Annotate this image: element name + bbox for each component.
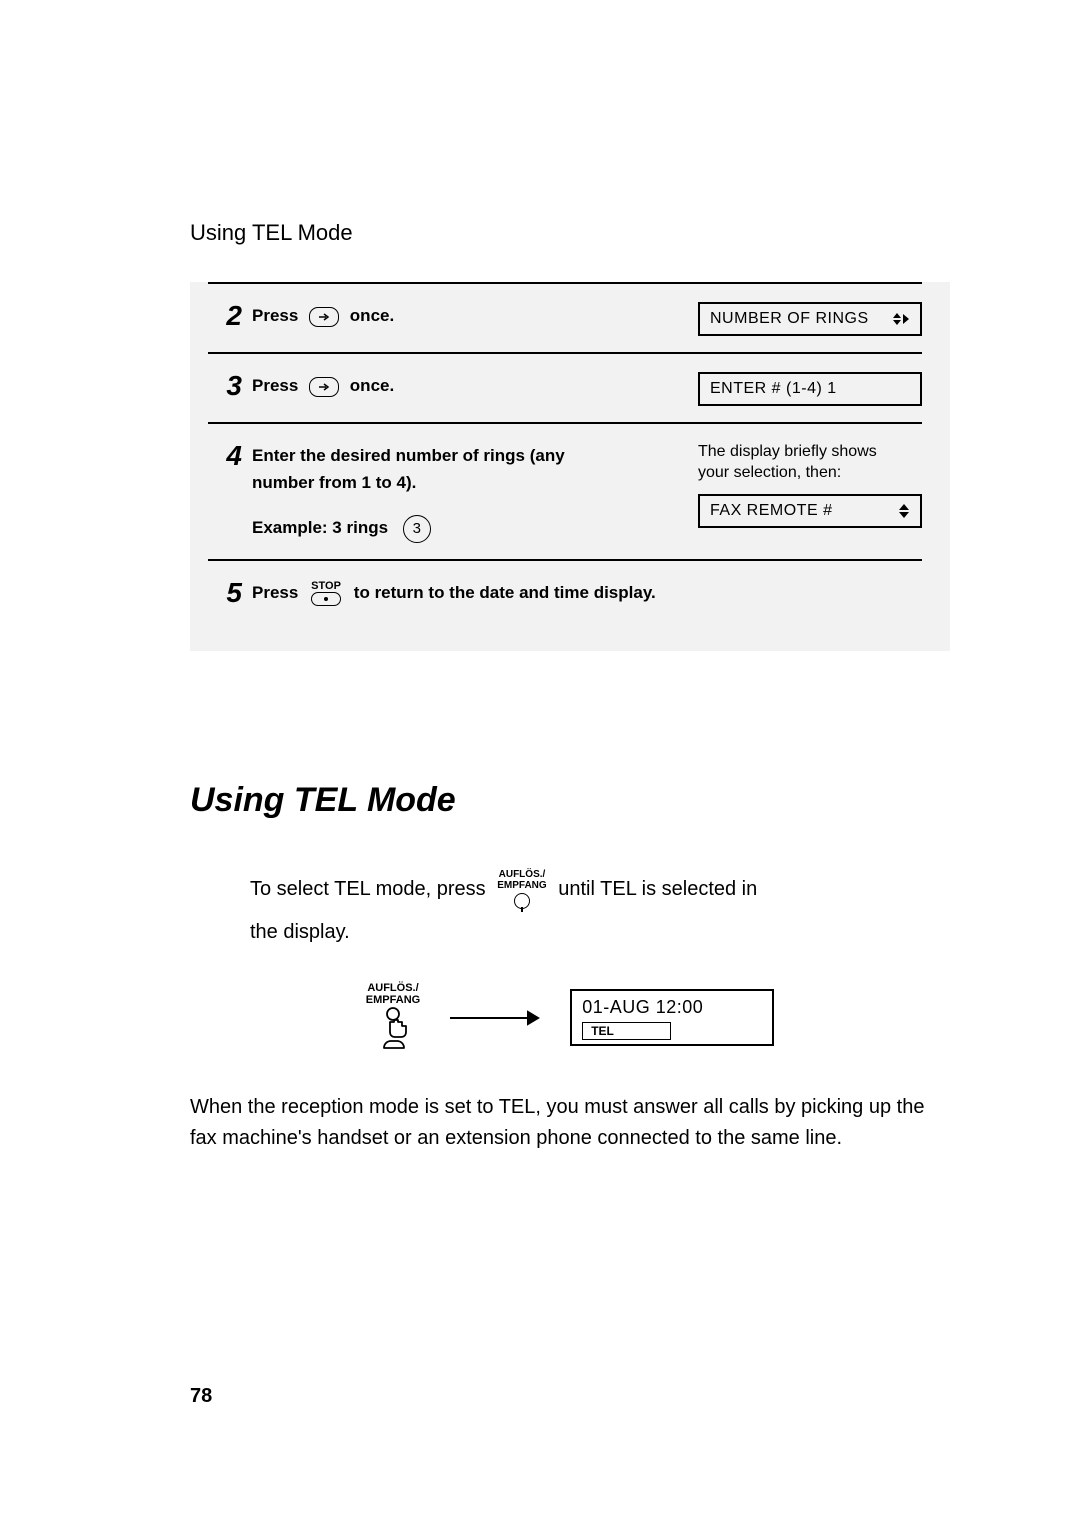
intro-text: until TEL is selected in — [558, 878, 757, 900]
mode-diagram: AUFLÖS./ EMPFANG 01-AUG 12:00 TEL — [190, 983, 950, 1052]
note-text: The display briefly shows your selection… — [698, 442, 922, 484]
step-number: 2 — [208, 302, 252, 330]
note-line: The display briefly shows — [698, 443, 877, 460]
lcd-text: NUMBER OF RINGS — [710, 310, 869, 328]
intro-paragraph: To select TEL mode, press AUFLÖS./ EMPFA… — [250, 870, 930, 949]
intro-text: To select TEL mode, press — [250, 878, 486, 900]
once-label: once. — [350, 376, 394, 395]
step-row: 5 Press STOP to return to the date and t… — [208, 561, 922, 623]
step-number: 3 — [208, 372, 252, 400]
instr-text: Enter the desired number of rings (any — [252, 446, 565, 465]
step-row: 4 Enter the desired number of rings (any… — [208, 424, 922, 561]
step-row: 2 Press once. NUMBER OF RINGS — [208, 282, 922, 354]
lcd-mode: TEL — [582, 1022, 671, 1040]
press-label: Press — [252, 376, 298, 395]
lcd-date: 01-AUG 12:00 — [582, 997, 762, 1018]
nav-arrows-icon — [888, 312, 910, 326]
btn-line2: EMPFANG — [366, 994, 420, 1006]
body-paragraph: When the reception mode is set to TEL, y… — [190, 1092, 930, 1154]
manual-page: Using TEL Mode 2 Press once. NUMBER OF R… — [0, 0, 1080, 1528]
step-instruction: Press once. — [252, 372, 394, 399]
lcd-display: FAX REMOTE # — [698, 494, 922, 528]
arrow-right-icon — [450, 1010, 540, 1026]
updown-arrows-icon — [898, 503, 910, 519]
step-instruction: Press once. — [252, 302, 394, 329]
example-label: Example: 3 rings — [252, 518, 388, 537]
instr-text: number from 1 to 4). — [252, 473, 416, 492]
once-label: once. — [350, 306, 394, 325]
press-label: Press — [252, 583, 298, 602]
mode-button-icon: AUFLÖS./ EMPFANG — [497, 870, 546, 909]
btn-line1: AUFLÖS./ — [367, 982, 418, 994]
stop-button-icon: STOP — [311, 581, 341, 606]
stop-label: STOP — [311, 581, 341, 592]
btn-line2: EMPFANG — [497, 881, 546, 892]
step-instruction: Enter the desired number of rings (any n… — [252, 442, 565, 543]
lcd-display: ENTER # (1-4) 1 — [698, 372, 922, 406]
page-number: 78 — [190, 1385, 212, 1408]
section-heading: Using TEL Mode — [190, 781, 950, 820]
lcd-display: NUMBER OF RINGS — [698, 302, 922, 336]
step-right-column: The display briefly shows your selection… — [698, 442, 922, 528]
tail-text: to return to the date and time display. — [354, 583, 656, 602]
step-row: 3 Press once. ENTER # (1-4) 1 — [208, 354, 922, 424]
right-arrow-button-icon — [309, 377, 339, 397]
step-number: 4 — [208, 442, 252, 470]
intro-text: the display. — [250, 921, 350, 943]
step-instruction: Press STOP to return to the date and tim… — [252, 579, 656, 606]
note-line: your selection, then: — [698, 464, 841, 481]
press-illustration: AUFLÖS./ EMPFANG — [366, 983, 420, 1052]
lcd-text: ENTER # (1-4) 1 — [710, 380, 837, 398]
steps-panel: 2 Press once. NUMBER OF RINGS — [190, 282, 950, 651]
keypad-digit-icon: 3 — [403, 515, 431, 543]
step-number: 5 — [208, 579, 252, 607]
lcd-display: 01-AUG 12:00 TEL — [570, 989, 774, 1046]
running-head: Using TEL Mode — [190, 220, 950, 246]
right-arrow-button-icon — [309, 307, 339, 327]
lcd-text: FAX REMOTE # — [710, 502, 832, 520]
hand-icon — [370, 1006, 416, 1052]
press-label: Press — [252, 306, 298, 325]
